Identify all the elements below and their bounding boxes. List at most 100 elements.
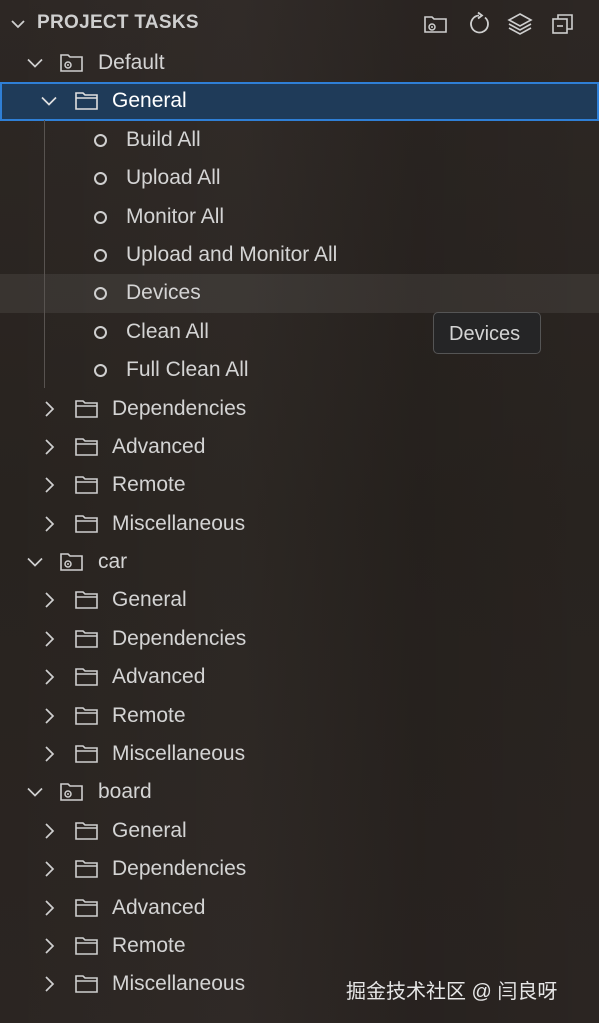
project-label: Default	[98, 51, 165, 74]
folder-label: General	[112, 818, 187, 842]
folder-label: Remote	[112, 933, 186, 957]
folder-label: General	[112, 588, 187, 612]
chevron-right-icon	[39, 706, 59, 726]
task-circle-icon	[94, 325, 107, 339]
project-folder-icon	[59, 51, 85, 75]
chevron-right-icon	[39, 629, 59, 649]
chevron-right-icon	[39, 859, 59, 879]
task-row-upload-and-monitor-all[interactable]: Upload and Monitor All	[0, 236, 599, 274]
chevron-right-icon	[39, 898, 59, 918]
task-circle-icon	[94, 210, 107, 224]
hover-tooltip: Devices	[433, 312, 541, 354]
indent-guide	[44, 120, 45, 388]
folder-label: Advanced	[112, 434, 206, 458]
chevron-down-icon	[39, 91, 59, 111]
task-row-devices[interactable]: Devices	[0, 274, 599, 313]
folder-label: Miscellaneous	[112, 511, 246, 535]
task-row-upload-all[interactable]: Upload All	[0, 159, 599, 197]
folder-row-advanced[interactable]: Advanced	[0, 658, 599, 696]
folder-row-general[interactable]: General	[0, 82, 599, 121]
task-label: Upload and Monitor All	[126, 242, 338, 266]
project-row-board[interactable]: board	[0, 773, 599, 811]
chevron-right-icon	[39, 936, 59, 956]
folder-row-dependencies[interactable]: Dependencies	[0, 850, 599, 888]
folder-label: Dependencies	[112, 626, 247, 650]
task-row-build-all[interactable]: Build All	[0, 121, 599, 159]
folder-icon	[74, 89, 100, 113]
folder-row-dependencies[interactable]: Dependencies	[0, 390, 599, 428]
panel-title: PROJECT TASKS	[37, 12, 199, 33]
task-label: Build All	[126, 127, 201, 151]
project-label: board	[98, 780, 152, 804]
task-label: Upload All	[126, 166, 221, 190]
folder-row-remote[interactable]: Remote	[0, 466, 599, 504]
folder-row-dependencies[interactable]: Dependencies	[0, 620, 599, 658]
folder-icon	[74, 857, 100, 881]
folder-label: Remote	[112, 473, 186, 497]
folder-row-advanced[interactable]: Advanced	[0, 428, 599, 466]
folder-icon	[74, 896, 100, 920]
task-label: Devices	[126, 281, 201, 305]
tooltip-text: Devices	[449, 323, 521, 345]
chevron-down-icon	[25, 53, 45, 73]
folder-label: Dependencies	[112, 396, 247, 420]
chevron-right-icon	[39, 514, 59, 534]
folder-row-remote[interactable]: Remote	[0, 697, 599, 735]
collapse-all-icon[interactable]	[550, 11, 576, 37]
folder-label: Advanced	[112, 665, 206, 689]
task-row-full-clean-all[interactable]: Full Clean All	[0, 351, 599, 389]
folder-row-miscellaneous[interactable]: Miscellaneous	[0, 505, 599, 543]
folder-row-general[interactable]: General	[0, 581, 599, 619]
project-label: car	[98, 550, 128, 574]
task-circle-icon	[94, 248, 107, 262]
refresh-icon[interactable]	[466, 11, 492, 37]
folder-row-general[interactable]: General	[0, 812, 599, 850]
chevron-right-icon	[39, 974, 59, 994]
task-label: Clean All	[126, 319, 209, 343]
project-tasks-tree: Default General Build All Upload All Mon…	[0, 44, 599, 1004]
folder-icon	[74, 512, 100, 536]
task-circle-icon	[94, 133, 107, 147]
folder-label: General	[112, 89, 187, 113]
folder-icon	[74, 972, 100, 996]
chevron-down-icon[interactable]	[8, 14, 28, 34]
task-label: Full Clean All	[126, 358, 249, 382]
folder-label: Miscellaneous	[112, 742, 246, 766]
folder-icon	[74, 742, 100, 766]
task-circle-icon	[94, 172, 107, 186]
folder-icon	[74, 665, 100, 689]
folder-row-remote[interactable]: Remote	[0, 927, 599, 965]
project-folder-icon	[59, 780, 85, 804]
folder-row-miscellaneous[interactable]: Miscellaneous	[0, 735, 599, 773]
folder-label: Miscellaneous	[112, 972, 246, 996]
folder-icon	[74, 588, 100, 612]
folder-icon	[74, 704, 100, 728]
task-circle-icon	[94, 287, 107, 301]
folder-icon	[74, 473, 100, 497]
chevron-right-icon	[39, 590, 59, 610]
watermark-text: 掘金技术社区 @ 闫良呀	[346, 981, 558, 1003]
chevron-right-icon	[39, 667, 59, 687]
panel-header: PROJECT TASKS	[0, 0, 599, 48]
folder-icon	[74, 819, 100, 843]
task-circle-icon	[94, 364, 107, 378]
chevron-right-icon	[39, 744, 59, 764]
folder-icon	[74, 435, 100, 459]
project-row-car[interactable]: car	[0, 543, 599, 581]
task-label: Monitor All	[126, 204, 225, 228]
chevron-right-icon	[39, 399, 59, 419]
folder-icon	[74, 627, 100, 651]
folder-label: Dependencies	[112, 857, 247, 881]
new-folder-terminal-icon[interactable]	[423, 11, 449, 37]
folder-icon	[74, 934, 100, 958]
chevron-right-icon	[39, 821, 59, 841]
project-folder-icon	[59, 550, 85, 574]
task-row-monitor-all[interactable]: Monitor All	[0, 198, 599, 236]
folder-icon	[74, 397, 100, 421]
chevron-right-icon	[39, 475, 59, 495]
chevron-right-icon	[39, 437, 59, 457]
project-row-default[interactable]: Default	[0, 44, 599, 82]
chevron-down-icon	[25, 552, 45, 572]
layers-icon[interactable]	[507, 11, 533, 37]
folder-row-advanced[interactable]: Advanced	[0, 889, 599, 927]
